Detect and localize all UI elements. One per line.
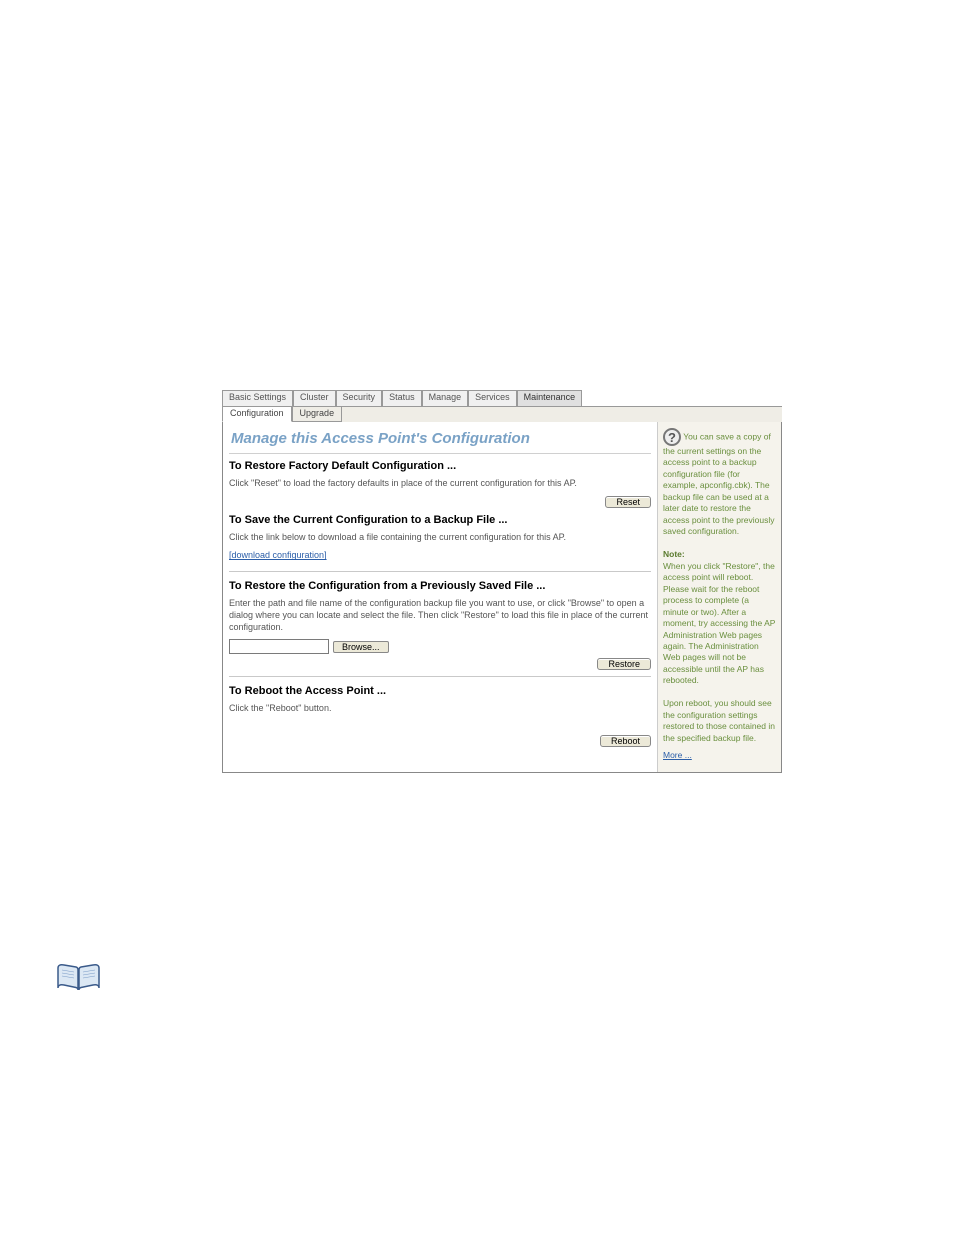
file-chooser-row: Browse... — [229, 639, 651, 654]
heading-save-backup: To Save the Current Configuration to a B… — [229, 514, 651, 526]
tab-cluster[interactable]: Cluster — [293, 390, 336, 406]
heading-reboot: To Reboot the Access Point ... — [229, 685, 651, 697]
help-sidebar: ? You can save a copy of the current set… — [657, 422, 781, 772]
divider-2 — [229, 676, 651, 677]
divider — [229, 571, 651, 572]
page-title: Manage this Access Point's Configuration — [229, 426, 651, 454]
book-icon — [56, 960, 101, 995]
tab-maintenance[interactable]: Maintenance — [517, 390, 583, 406]
text-factory-default: Click "Reset" to load the factory defaul… — [229, 478, 651, 490]
browse-button[interactable]: Browse... — [333, 641, 389, 653]
heading-factory-default: To Restore Factory Default Configuration… — [229, 460, 651, 472]
tab-status[interactable]: Status — [382, 390, 422, 406]
text-restore-file: Enter the path and file name of the conf… — [229, 598, 651, 633]
subtab-upgrade[interactable]: Upgrade — [292, 407, 343, 422]
reboot-button[interactable]: Reboot — [600, 735, 651, 747]
main-column: Manage this Access Point's Configuration… — [223, 422, 657, 772]
app-window: Basic Settings Cluster Security Status M… — [222, 390, 782, 773]
restore-button[interactable]: Restore — [597, 658, 651, 670]
sub-tabs: Configuration Upgrade — [222, 406, 782, 422]
heading-restore-file: To Restore the Configuration from a Prev… — [229, 580, 651, 592]
help-note-label: Note: — [663, 549, 685, 559]
reset-button[interactable]: Reset — [605, 496, 651, 508]
top-tabs: Basic Settings Cluster Security Status M… — [222, 390, 782, 406]
text-save-backup: Click the link below to download a file … — [229, 532, 651, 544]
help-note-2: Upon reboot, you should see the configur… — [663, 698, 776, 744]
restore-file-input[interactable] — [229, 639, 329, 654]
tab-manage[interactable]: Manage — [422, 390, 469, 406]
subtab-configuration[interactable]: Configuration — [222, 407, 292, 422]
tab-security[interactable]: Security — [336, 390, 383, 406]
help-icon: ? — [663, 428, 681, 446]
tab-services[interactable]: Services — [468, 390, 517, 406]
tab-basic-settings[interactable]: Basic Settings — [222, 390, 293, 406]
help-note-1: When you click "Restore", the access poi… — [663, 561, 775, 686]
download-configuration-link[interactable]: [download configuration] — [229, 550, 327, 560]
help-intro: You can save a copy of the current setti… — [663, 431, 775, 536]
help-more-link[interactable]: More ... — [663, 750, 692, 761]
content-area: Manage this Access Point's Configuration… — [222, 422, 782, 773]
text-reboot: Click the "Reboot" button. — [229, 703, 651, 715]
